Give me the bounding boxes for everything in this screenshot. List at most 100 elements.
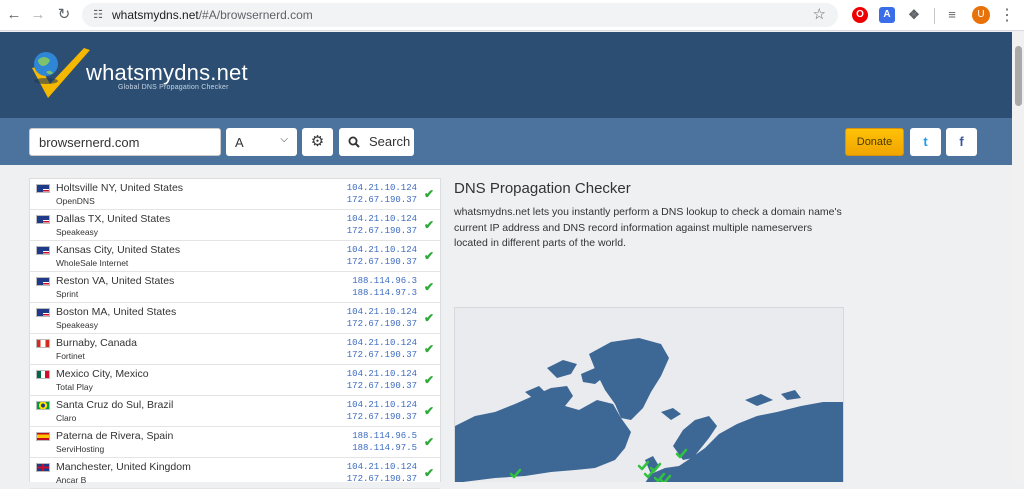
country-flag-icon bbox=[36, 339, 50, 348]
translate-extension-icon[interactable]: A bbox=[879, 7, 895, 23]
chevron-down-icon: ⌵ bbox=[280, 134, 288, 145]
country-flag-icon bbox=[36, 401, 50, 410]
result-ip-secondary[interactable]: 172.67.190.37 bbox=[347, 226, 417, 236]
search-bar: A ⌵ ⚙ Search Donate t f bbox=[0, 118, 1012, 165]
search-button[interactable]: Search bbox=[339, 128, 414, 156]
result-row[interactable]: Boston MA, United States Speakeasy 104.21.… bbox=[30, 303, 440, 334]
result-ip-secondary[interactable]: 188.114.97.3 bbox=[352, 288, 417, 298]
url-domain: whatsmydns.net bbox=[112, 8, 199, 22]
result-ip-primary[interactable]: 104.21.10.124 bbox=[347, 307, 417, 317]
result-ip-secondary[interactable]: 172.67.190.37 bbox=[347, 257, 417, 267]
country-flag-icon bbox=[36, 432, 50, 441]
checkmark-icon: ✔ bbox=[423, 373, 434, 387]
country-flag-icon bbox=[36, 215, 50, 224]
result-provider: Total Play bbox=[56, 382, 93, 392]
country-flag-icon bbox=[36, 463, 50, 472]
result-row[interactable]: Mexico City, Mexico Total Play 104.21.10.1… bbox=[30, 365, 440, 396]
results-list: Holtsville NY, United States OpenDNS 104.2… bbox=[29, 178, 441, 489]
country-flag-icon bbox=[36, 308, 50, 317]
checkmark-icon: ✔ bbox=[423, 187, 434, 201]
result-location: Reston VA, United States bbox=[56, 275, 175, 287]
result-ip-secondary[interactable]: 188.114.97.5 bbox=[352, 443, 417, 453]
checkmark-icon: ✔ bbox=[423, 280, 434, 294]
record-type-select[interactable]: A ⌵ bbox=[226, 128, 297, 156]
checkmark-icon: ✔ bbox=[423, 404, 434, 418]
result-provider: Fortinet bbox=[56, 351, 85, 361]
result-provider: Speakeasy bbox=[56, 320, 99, 330]
result-provider: Ancar B bbox=[56, 475, 87, 485]
reading-list-icon[interactable]: ≡ bbox=[944, 7, 960, 23]
result-row[interactable]: Paterna de Rivera, Spain ServiHosting 188.… bbox=[30, 427, 440, 458]
result-row[interactable]: Santa Cruz do Sul, Brazil Claro 104.21.10.… bbox=[30, 396, 440, 427]
donate-button[interactable]: Donate bbox=[845, 128, 904, 156]
result-ip-secondary[interactable]: 172.67.190.37 bbox=[347, 350, 417, 360]
back-arrow-icon[interactable]: ← bbox=[4, 5, 24, 25]
result-ip-primary[interactable]: 104.21.10.124 bbox=[347, 183, 417, 193]
result-ip-primary[interactable]: 188.114.96.3 bbox=[352, 276, 417, 286]
result-location: Mexico City, Mexico bbox=[56, 368, 149, 380]
profile-avatar[interactable]: U bbox=[972, 6, 990, 24]
brand-name[interactable]: whatsmydns.net bbox=[86, 60, 248, 86]
extensions-puzzle-icon[interactable]: ❖ bbox=[906, 7, 922, 23]
scrollbar-thumb[interactable] bbox=[1015, 46, 1022, 106]
result-row[interactable]: Burnaby, Canada Fortinet 104.21.10.124 172.… bbox=[30, 334, 440, 365]
address-bar[interactable]: ☷ whatsmydns.net/#A/browsernerd.com ☆ bbox=[82, 3, 838, 27]
world-map-graphic bbox=[455, 338, 843, 482]
result-location: Manchester, United Kingdom bbox=[56, 461, 191, 473]
result-ip-secondary[interactable]: 172.67.190.37 bbox=[347, 195, 417, 205]
result-row[interactable]: Reston VA, United States Sprint 188.114.96… bbox=[30, 272, 440, 303]
result-location: Boston MA, United States bbox=[56, 306, 177, 318]
info-title: DNS Propagation Checker bbox=[454, 180, 631, 197]
brand-tagline: Global DNS Propagation Checker bbox=[118, 84, 229, 91]
result-ip-secondary[interactable]: 172.67.190.37 bbox=[347, 474, 417, 484]
opera-extension-icon[interactable]: O bbox=[852, 7, 868, 23]
result-ip-primary[interactable]: 104.21.10.124 bbox=[347, 462, 417, 472]
result-ip-primary[interactable]: 104.21.10.124 bbox=[347, 245, 417, 255]
url-text[interactable]: whatsmydns.net/#A/browsernerd.com bbox=[112, 8, 313, 22]
country-flag-icon bbox=[36, 184, 50, 193]
result-location: Kansas City, United States bbox=[56, 244, 181, 256]
result-row[interactable]: Dallas TX, United States Speakeasy 104.21.… bbox=[30, 210, 440, 241]
checkmark-icon: ✔ bbox=[423, 249, 434, 263]
result-location: Burnaby, Canada bbox=[56, 337, 137, 349]
result-provider: Sprint bbox=[56, 289, 79, 299]
twitter-button[interactable]: t bbox=[910, 128, 941, 156]
result-ip-secondary[interactable]: 172.67.190.37 bbox=[347, 412, 417, 422]
result-provider: WholeSale Internet bbox=[56, 258, 129, 268]
result-location: Santa Cruz do Sul, Brazil bbox=[56, 399, 174, 411]
world-map[interactable] bbox=[454, 307, 844, 482]
checkmark-icon: ✔ bbox=[423, 435, 434, 449]
result-ip-primary[interactable]: 188.114.96.5 bbox=[352, 431, 417, 441]
menu-kebab-icon[interactable]: ⋮ bbox=[999, 5, 1015, 25]
settings-button[interactable]: ⚙ bbox=[302, 128, 333, 156]
result-row[interactable]: Holtsville NY, United States OpenDNS 104.2… bbox=[30, 179, 440, 210]
result-ip-secondary[interactable]: 172.67.190.37 bbox=[347, 381, 417, 391]
result-ip-primary[interactable]: 104.21.10.124 bbox=[347, 338, 417, 348]
country-flag-icon bbox=[36, 277, 50, 286]
result-ip-secondary[interactable]: 172.67.190.37 bbox=[347, 319, 417, 329]
reload-icon[interactable]: ↻ bbox=[54, 5, 74, 25]
facebook-icon: f bbox=[959, 134, 964, 149]
site-info-icon[interactable]: ☷ bbox=[90, 7, 106, 23]
result-row[interactable]: Kansas City, United States WholeSale Inte… bbox=[30, 241, 440, 272]
facebook-button[interactable]: f bbox=[946, 128, 977, 156]
result-ip-primary[interactable]: 104.21.10.124 bbox=[347, 214, 417, 224]
search-icon bbox=[348, 128, 360, 158]
domain-input[interactable] bbox=[29, 128, 221, 156]
result-location: Dallas TX, United States bbox=[56, 213, 171, 225]
bookmark-star-icon[interactable]: ☆ bbox=[813, 5, 826, 23]
url-path: /#A/browsernerd.com bbox=[198, 8, 313, 22]
result-ip-primary[interactable]: 104.21.10.124 bbox=[347, 369, 417, 379]
checkmark-icon: ✔ bbox=[423, 466, 434, 480]
result-provider: Speakeasy bbox=[56, 227, 99, 237]
twitter-icon: t bbox=[923, 134, 928, 149]
site-header: whatsmydns.net Global DNS Propagation Ch… bbox=[0, 32, 1012, 118]
country-flag-icon bbox=[36, 246, 50, 255]
browser-toolbar: ← → ↻ ☷ whatsmydns.net/#A/browsernerd.co… bbox=[0, 0, 1024, 31]
forward-arrow-icon[interactable]: → bbox=[28, 5, 48, 25]
record-type-value: A bbox=[235, 135, 244, 150]
search-button-label: Search bbox=[369, 134, 411, 149]
result-ip-primary[interactable]: 104.21.10.124 bbox=[347, 400, 417, 410]
result-provider: OpenDNS bbox=[56, 196, 95, 206]
result-row[interactable]: Manchester, United Kingdom Ancar B 104.21.… bbox=[30, 458, 440, 489]
